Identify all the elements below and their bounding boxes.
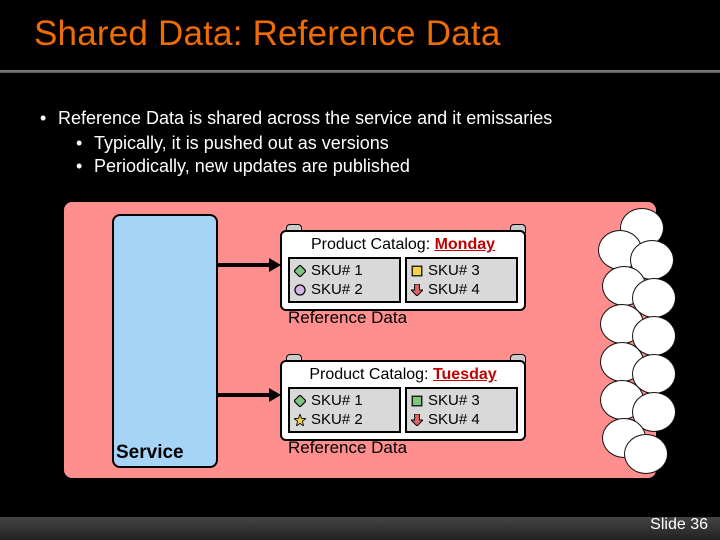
diamond-icon xyxy=(294,265,306,277)
arrow-icon xyxy=(217,260,281,270)
sku-column: SKU# 3 SKU# 4 xyxy=(405,257,518,303)
footer-bar xyxy=(0,517,720,540)
reference-data-label: Reference Data xyxy=(288,438,407,458)
bullet-text: Typically, it is pushed out as versions xyxy=(94,133,389,153)
square-icon xyxy=(411,265,423,277)
title-divider xyxy=(0,70,720,73)
sku-label: SKU# 1 xyxy=(311,392,363,409)
reference-data-label: Reference Data xyxy=(288,308,407,328)
sku-grid: SKU# 1 SKU# 2 SKU# 3 SKU# 4 xyxy=(288,257,518,303)
catalog-day: Monday xyxy=(435,236,495,253)
slide-number: Slide 36 xyxy=(650,516,708,534)
sku-column: SKU# 3 SKU# 4 xyxy=(405,387,518,433)
bullet-level1: •Reference Data is shared across the ser… xyxy=(40,108,690,129)
sku-label: SKU# 2 xyxy=(311,281,363,298)
bullet-text: Periodically, new updates are published xyxy=(94,156,410,176)
catalog-title: Product Catalog: Tuesday xyxy=(288,366,518,384)
sku-label: SKU# 4 xyxy=(428,411,480,428)
service-label: Service xyxy=(116,442,184,464)
sku-row: SKU# 2 xyxy=(294,410,395,429)
sku-row: SKU# 4 xyxy=(411,280,512,299)
catalog-title: Product Catalog: Monday xyxy=(288,236,518,254)
catalog-tuesday: Product Catalog: Tuesday SKU# 1 SKU# 2 S… xyxy=(280,360,526,441)
sku-grid: SKU# 1 SKU# 2 SKU# 3 SKU# 4 xyxy=(288,387,518,433)
bullet-text: Reference Data is shared across the serv… xyxy=(58,108,552,128)
diamond-icon xyxy=(294,395,306,407)
arrow-down-icon xyxy=(411,284,423,296)
service-box xyxy=(112,214,218,468)
sku-row: SKU# 2 xyxy=(294,280,395,299)
sku-column: SKU# 1 SKU# 2 xyxy=(288,257,401,303)
cloud-icon xyxy=(588,212,678,470)
slide: Shared Data: Reference Data •Reference D… xyxy=(0,0,720,540)
sku-row: SKU# 4 xyxy=(411,410,512,429)
sku-row: SKU# 1 xyxy=(294,261,395,280)
sku-column: SKU# 1 SKU# 2 xyxy=(288,387,401,433)
sku-row: SKU# 3 xyxy=(411,391,512,410)
sku-label: SKU# 3 xyxy=(428,392,480,409)
catalog-day: Tuesday xyxy=(433,366,497,383)
sku-label: SKU# 3 xyxy=(428,262,480,279)
sku-label: SKU# 4 xyxy=(428,281,480,298)
catalog-title-prefix: Product Catalog: xyxy=(311,236,435,253)
slide-title: Shared Data: Reference Data xyxy=(0,0,720,54)
diagram-panel: Service Product Catalog: Monday SKU# 1 S… xyxy=(62,200,658,480)
sku-row: SKU# 3 xyxy=(411,261,512,280)
bullet-level2: •Typically, it is pushed out as versions xyxy=(40,133,690,154)
bullet-list: •Reference Data is shared across the ser… xyxy=(40,108,690,177)
sku-label: SKU# 2 xyxy=(311,411,363,428)
catalog-title-prefix: Product Catalog: xyxy=(309,366,433,383)
square-icon xyxy=(411,395,423,407)
sku-label: SKU# 1 xyxy=(311,262,363,279)
arrow-icon xyxy=(217,390,281,400)
bullet-level2: •Periodically, new updates are published xyxy=(40,156,690,177)
sku-row: SKU# 1 xyxy=(294,391,395,410)
circle-icon xyxy=(294,284,306,296)
star-icon xyxy=(294,414,306,426)
arrow-down-icon xyxy=(411,414,423,426)
catalog-monday: Product Catalog: Monday SKU# 1 SKU# 2 SK… xyxy=(280,230,526,311)
